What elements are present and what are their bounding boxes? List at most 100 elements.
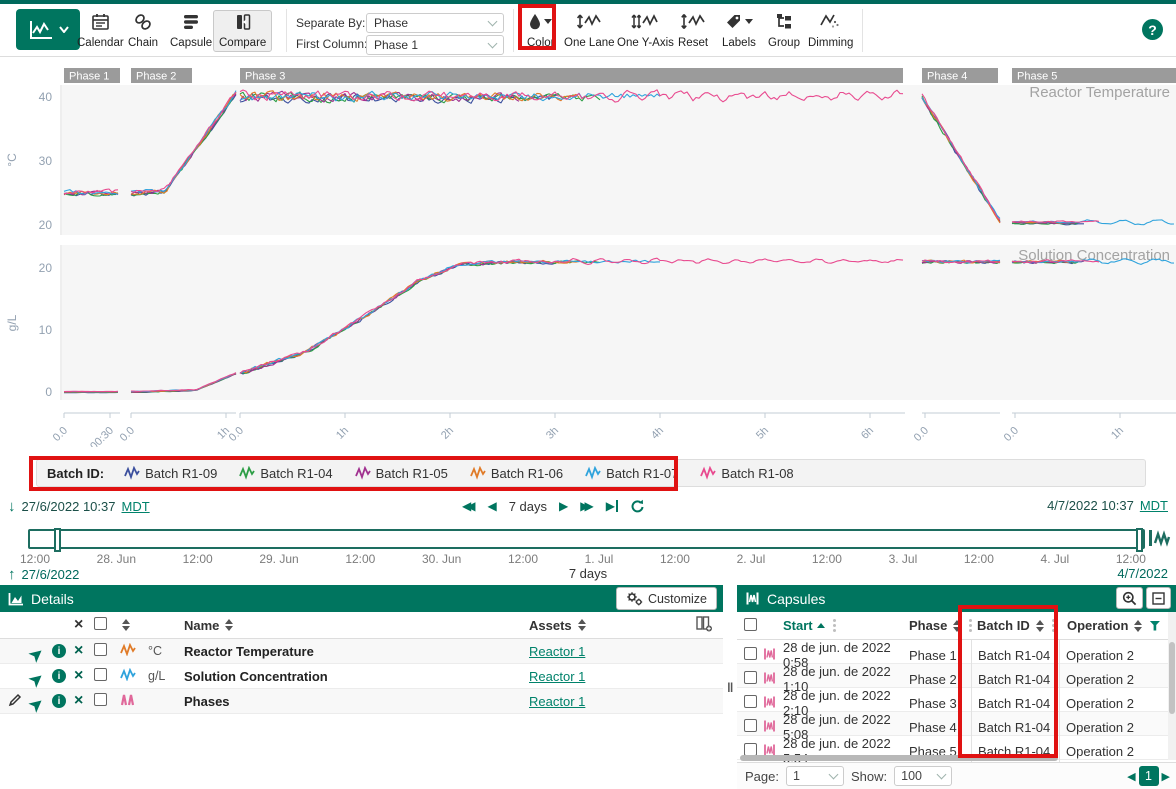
condition-name[interactable]: Phases xyxy=(184,694,529,709)
slider-left-handle[interactable] xyxy=(54,528,61,552)
row-checkbox[interactable] xyxy=(744,695,757,708)
first-column-select[interactable]: Phase 1 xyxy=(366,35,504,55)
sort-icon[interactable] xyxy=(1036,620,1044,632)
sort-icon[interactable] xyxy=(953,620,961,632)
select-all-checkbox[interactable] xyxy=(744,618,757,631)
select-all-checkbox[interactable] xyxy=(94,617,107,630)
sort-icon[interactable] xyxy=(225,619,233,631)
asset-link[interactable]: Reactor 1 xyxy=(529,644,679,659)
signal-name[interactable]: Reactor Temperature xyxy=(184,644,529,659)
asset-link[interactable]: Reactor 1 xyxy=(529,669,679,684)
details-row-phases[interactable]: i × Phases Reactor 1 xyxy=(0,689,723,714)
legend-item[interactable]: Batch R1-09 xyxy=(124,466,217,481)
capsule-lane-toggle[interactable] xyxy=(1148,528,1172,553)
legend-item[interactable]: Batch R1-04 xyxy=(239,466,332,481)
column-menu-icon[interactable] xyxy=(1052,619,1055,632)
step-forward-half-button[interactable]: ▶ xyxy=(559,497,568,515)
legend-item[interactable]: Batch R1-05 xyxy=(355,466,448,481)
filter-icon[interactable] xyxy=(1149,621,1160,631)
signal-name[interactable]: Solution Concentration xyxy=(184,669,529,684)
timezone-link[interactable]: MDT xyxy=(1140,498,1168,513)
timeline-end-date: 4/7/2022 xyxy=(1117,566,1168,581)
start-column-header[interactable]: Start xyxy=(783,618,813,633)
remove-icon[interactable]: × xyxy=(74,669,94,683)
sort-icon[interactable] xyxy=(1134,620,1142,632)
send-to-trend-icon[interactable] xyxy=(28,689,53,713)
edit-pencil-icon[interactable] xyxy=(8,693,22,707)
row-checkbox[interactable] xyxy=(744,647,757,660)
step-back-half-button[interactable]: ◀ xyxy=(487,497,496,515)
group-button[interactable]: Group xyxy=(762,10,806,52)
vertical-scrollbar[interactable] xyxy=(1168,612,1176,760)
customize-button[interactable]: Customize xyxy=(616,587,717,610)
step-forward-full-button[interactable]: ▶▶ xyxy=(580,497,593,515)
details-row-reactor-temperature[interactable]: i × °C Reactor Temperature Reactor 1 xyxy=(0,639,723,664)
add-column-icon[interactable] xyxy=(696,616,713,632)
column-menu-icon[interactable] xyxy=(833,619,836,632)
info-icon[interactable]: i xyxy=(52,694,66,708)
labels-button[interactable]: Labels xyxy=(716,10,762,52)
timeline-range-slider[interactable] xyxy=(28,529,1145,549)
prev-page-button[interactable]: ◀ xyxy=(1127,770,1135,783)
chain-view-button[interactable]: Chain xyxy=(122,10,164,52)
page-select[interactable]: 1 xyxy=(786,766,844,786)
step-back-full-button[interactable]: ◀◀ xyxy=(462,497,475,515)
calendar-view-button[interactable]: Calendar xyxy=(71,10,130,52)
compare-view-button[interactable]: Compare xyxy=(213,10,272,52)
caret-down-icon xyxy=(544,19,552,25)
remove-icon[interactable]: × xyxy=(74,644,94,658)
sort-icon[interactable] xyxy=(578,619,586,631)
color-button[interactable]: Color xyxy=(521,10,560,52)
show-select[interactable]: 100 xyxy=(894,766,952,786)
panel-resize-divider[interactable]: ‖ xyxy=(723,585,737,789)
remove-all-button[interactable]: × xyxy=(74,618,94,632)
row-checkbox[interactable] xyxy=(94,668,107,681)
row-checkbox[interactable] xyxy=(744,719,757,732)
one-y-axis-button[interactable]: One Y-Axis xyxy=(611,10,680,52)
capsule-row[interactable]: 28 de jun. de 2022 1:10 Phase 2 Batch R1… xyxy=(737,664,1176,688)
step-to-now-button[interactable]: ▶ xyxy=(606,497,619,515)
capsule-view-button[interactable]: Capsule xyxy=(164,10,218,52)
series-squiggle-icon xyxy=(585,466,601,480)
resize-grip-icon[interactable]: ‖ xyxy=(727,680,734,695)
send-to-trend-icon[interactable] xyxy=(28,664,53,688)
capsule-row[interactable]: 28 de jun. de 2022 2:10 Phase 3 Batch R1… xyxy=(737,688,1176,712)
current-page-button[interactable]: 1 xyxy=(1139,766,1159,786)
info-icon[interactable]: i xyxy=(52,644,66,658)
help-button[interactable]: ? xyxy=(1142,19,1163,40)
horizontal-scrollbar[interactable] xyxy=(740,755,1058,761)
asset-link[interactable]: Reactor 1 xyxy=(529,694,679,709)
refresh-icon[interactable] xyxy=(630,499,645,514)
next-page-button[interactable]: ▶ xyxy=(1162,770,1170,783)
show-label: Show: xyxy=(851,769,887,784)
legend-item-label: Batch R1-08 xyxy=(721,466,793,481)
reset-button[interactable]: Reset xyxy=(672,10,714,52)
legend-item[interactable]: Batch R1-07 xyxy=(585,466,678,481)
timezone-link[interactable]: MDT xyxy=(121,499,149,514)
separate-by-select[interactable]: Phase xyxy=(366,13,504,33)
details-row-solution-concentration[interactable]: i × g/L Solution Concentration Reactor 1 xyxy=(0,664,723,689)
range-duration: 7 days xyxy=(509,499,547,514)
legend-item[interactable]: Batch R1-08 xyxy=(700,466,793,481)
remove-icon[interactable]: × xyxy=(74,694,94,708)
svg-text:g/L: g/L xyxy=(5,314,19,331)
assets-column-header[interactable]: Assets xyxy=(529,618,572,633)
capsule-row[interactable]: 28 de jun. de 2022 0:58 Phase 1 Batch R1… xyxy=(737,640,1176,664)
dimming-button[interactable]: Dimming xyxy=(802,10,859,52)
phase-column-header[interactable]: Phase xyxy=(909,618,947,633)
send-to-trend-icon[interactable] xyxy=(28,639,53,663)
name-column-header[interactable]: Name xyxy=(184,618,219,633)
collapse-panel-button[interactable] xyxy=(1146,587,1171,609)
operation-column-header[interactable]: Operation xyxy=(1067,618,1128,633)
trend-chart[interactable]: Phase 1Phase 2Phase 3Phase 4Phase 5React… xyxy=(0,57,1176,447)
info-icon[interactable]: i xyxy=(52,669,66,683)
batch-id-column-header[interactable]: Batch ID xyxy=(977,618,1030,633)
row-checkbox[interactable] xyxy=(744,671,757,684)
capsule-row[interactable]: 28 de jun. de 2022 5:08 Phase 4 Batch R1… xyxy=(737,712,1176,736)
slider-right-handle[interactable] xyxy=(1136,528,1143,552)
zoom-to-capsule-button[interactable] xyxy=(1116,587,1143,609)
row-checkbox[interactable] xyxy=(94,693,107,706)
row-checkbox[interactable] xyxy=(94,643,107,656)
sort-icon[interactable] xyxy=(122,619,148,631)
legend-item[interactable]: Batch R1-06 xyxy=(470,466,563,481)
